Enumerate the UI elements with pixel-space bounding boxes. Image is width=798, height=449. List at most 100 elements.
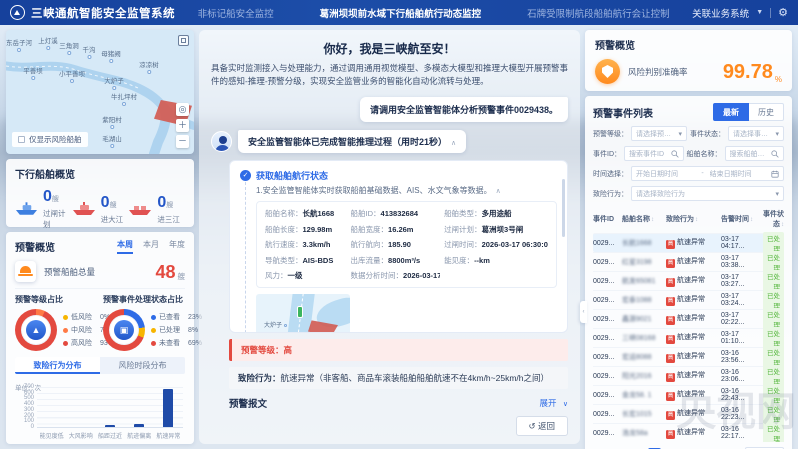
stat-sanjiang: 0艘进三江 [128, 188, 185, 230]
tab-latest[interactable]: 最新 [713, 103, 749, 121]
calendar-icon [771, 170, 779, 178]
status-select[interactable]: 请选择事件状态▾ [728, 126, 784, 141]
level-high-badge: 高 [666, 411, 675, 420]
business-system-link[interactable]: 关联业务系统 [692, 6, 749, 20]
table-row[interactable]: 0029...宏泰1088高航速异常03-17 03:24...已处理 [593, 290, 784, 309]
level-donut-chart: ▲ [15, 309, 57, 351]
zoom-in-button[interactable]: ＋ [176, 119, 189, 132]
camera-icon: ▣ [114, 320, 134, 340]
risk-behavior-banner: 致险行为：航速异常（非客船、商品车滚装船舶船舶航速不在4km/h~25km/h之… [229, 367, 568, 389]
ship-icon [128, 202, 152, 216]
status-legend: 已查看 23% 已处理 8% 未查看 69% [151, 309, 202, 351]
level-high-badge: 高 [666, 392, 675, 401]
ship-name-input[interactable]: 搜索船舶名称 [725, 146, 785, 161]
status-donut-block: 预警事件处理状态占比 ▣ 已查看 23% 已处理 8% 未查看 69% [103, 294, 185, 351]
menu-item-gezhouba[interactable]: 葛洲坝坝前水域下行船舶航行动态监控 [320, 6, 482, 20]
checkbox-icon [18, 136, 25, 143]
stat-dajiang: 0艘进大江 [72, 188, 129, 230]
fullscreen-icon[interactable] [178, 35, 189, 46]
table-row[interactable]: 0029...鑫源9021高航速异常03-17 02:22...已处理 [593, 309, 784, 328]
scrollbar-thumb[interactable] [562, 179, 565, 237]
collapse-icon[interactable]: ∧ [496, 188, 501, 195]
table-row[interactable]: 0029...红星3198高航速异常03-17 03:38...已处理 [593, 252, 784, 271]
bar-speed [163, 389, 173, 427]
warning-level-banner: 预警等级：高 [229, 339, 568, 361]
downstream-overview-card: 下行船舶概览 0艘过闸计划 0艘进大江 0艘进三江 [6, 159, 194, 227]
back-button[interactable]: ↺ 返回 [516, 416, 569, 436]
risk-behavior-bar-chart: 单位：次 700 600 500 400 300 200 100 0 [15, 377, 185, 440]
level-high-badge: 高 [666, 240, 675, 249]
tab-week[interactable]: 本周 [117, 239, 133, 254]
map-place: 千沟 [83, 44, 96, 59]
risk-only-checkbox[interactable]: 仅显示风险船舶 [12, 132, 88, 147]
menu-item-nonmarked[interactable]: 非标记船安全监控 [198, 6, 274, 20]
accuracy-value: 99.78 [723, 62, 773, 82]
table-row[interactable]: 0029...阳光2016高航速异常03-16 23:06...已处理 [593, 366, 784, 385]
left-column: 东岳子河 上灯溪 三角洞 千沟 母猪阙 凉凉树 平善坝 小平善坝 大炉子 牛扎坪… [6, 30, 194, 444]
user-message-bubble: 请调用安全监管智能体分析预警事件0029438。 [360, 97, 568, 122]
menu-item-shipai[interactable]: 石牌受限制航段船舶航行会让控制 [527, 6, 670, 20]
search-icon [671, 150, 679, 158]
table-row[interactable]: 0029...航发65081高航速异常03-17 03:27...已处理 [593, 271, 784, 290]
bar-deviation [134, 424, 144, 427]
chevron-down-icon: ▾ [678, 130, 682, 138]
table-row[interactable]: 0029...长航1668高航速异常03-17 04:17...已处理 [593, 233, 784, 252]
map-place: 上灯溪 [38, 35, 58, 50]
period-tabs: 本周 本月 年度 [117, 239, 185, 254]
behavior-select[interactable]: 请选择致险行为▾ [631, 186, 784, 201]
map-place: 小平善坝 [59, 68, 85, 83]
tab-year[interactable]: 年度 [169, 239, 185, 254]
main-area: 东岳子河 上灯溪 三角洞 千沟 母猪阙 凉凉树 平善坝 小平善坝 大炉子 牛扎坪… [0, 25, 798, 449]
shield-icon [595, 59, 620, 84]
event-id-input[interactable]: 搜索事件ID [624, 146, 684, 161]
downstream-stats: 0艘过闸计划 0艘进大江 0艘进三江 [15, 188, 185, 230]
table-row[interactable]: 0029...金龙58. 1高航速异常03-16 22:43...已处理 [593, 385, 784, 404]
top-menu: 非标记船安全监控 葛洲坝坝前水域下行船舶航行动态监控 石牌受限制航段船舶航行会让… [175, 6, 692, 20]
chevron-down-icon: ▼ [756, 9, 763, 16]
chevron-down-icon: ▾ [775, 190, 779, 198]
table-row[interactable]: 0029...宏运8088高航速异常03-16 23:56...已处理 [593, 347, 784, 366]
tab-month[interactable]: 本月 [143, 239, 159, 254]
locate-icon[interactable]: ◎ [176, 103, 189, 116]
center-column: 你好，我是三峡航至安！ 具备实时监测接入与处理能力，通过调用通用视觉模型、多模态… [199, 30, 580, 444]
table-row[interactable]: 0029...长宏1015高航速异常03-16 22:23...已处理 [593, 404, 784, 423]
app-title: 三峡通航智能安全监管系统 [31, 5, 175, 21]
map-place: 凉凉树 [139, 59, 159, 74]
level-high-badge: 高 [666, 373, 675, 382]
table-row[interactable]: 0029...浩龙58a高航速异常03-16 22:17...已处理 [593, 423, 784, 442]
event-table-header: 事件ID 船舶名称↕ 致险行为↕ 告警时间↕ 事件状态↕ [593, 207, 784, 233]
time-range-picker[interactable]: 开始日期时间-结束日期时间 [631, 166, 784, 181]
expand-link[interactable]: 展开 ∨ [539, 397, 568, 409]
bar-distance [105, 425, 115, 427]
warning-overview-title: 预警概览 [15, 239, 55, 254]
table-row[interactable]: 0029...三峡08168高航速异常03-17 01:10...已处理 [593, 328, 784, 347]
distribution-tabs: 致险行为分布 风险时段分布 [15, 357, 185, 374]
level-donut-block: 预警等级占比 ▲ 低风险 0% 中风险 7% 高风险 93% [15, 294, 97, 351]
level-high-badge: 高 [666, 316, 675, 325]
map-place: 母猪阙 [101, 48, 121, 63]
agent-reply-card[interactable]: ✓ 获取船舶航行状态 1.安全监管智能体实时获取船舶基础数据、AIS、水文气象等… [229, 160, 568, 333]
level-select[interactable]: 请选择预警等级▾ [631, 126, 687, 141]
gear-icon[interactable]: ⚙ [778, 6, 788, 19]
map-place: 三角洞 [59, 40, 79, 55]
report-title: 预警报文 [229, 396, 267, 410]
tab-risk-behavior-dist[interactable]: 致险行为分布 [15, 357, 100, 374]
tab-risk-time-dist[interactable]: 风险时段分布 [100, 357, 185, 374]
right-column: 预警概览 风险判别准确率 99.78 % ‹ 预警事件列表 最新 历史 [585, 30, 792, 444]
stat-lock-plan: 0艘过闸计划 [15, 188, 72, 230]
sort-icon: ↕ [695, 217, 698, 223]
map-place: 牛扎坪村 [111, 91, 137, 106]
collapse-handle[interactable]: ‹ [580, 301, 587, 323]
warning-overview-card: 预警概览 本周 本月 年度 预警船舶总量 48 艘 预警等级占比 [6, 232, 194, 444]
agent-chat-panel: 你好，我是三峡航至安！ 具备实时监测接入与处理能力，通过调用通用视觉模型、多模态… [199, 30, 580, 444]
accuracy-card-title: 预警概览 [595, 37, 782, 52]
tab-history[interactable]: 历史 [749, 103, 784, 121]
app-root: 三峡通航智能安全监管系统 非标记船安全监控 葛洲坝坝前水域下行船舶航行动态监控 … [0, 0, 798, 449]
sort-icon: ↕ [750, 217, 753, 223]
map-place: 紫阳村 [102, 114, 122, 129]
top-right: 关联业务系统 ▼ ⚙ [692, 6, 788, 20]
mini-map-panel[interactable]: 东岳子河 上灯溪 三角洞 千沟 母猪阙 凉凉树 平善坝 小平善坝 大炉子 牛扎坪… [6, 30, 194, 154]
zoom-out-button[interactable]: － [176, 135, 189, 148]
status-badge: 已处理 [763, 422, 784, 443]
collapse-icon[interactable]: ∧ [451, 140, 456, 147]
